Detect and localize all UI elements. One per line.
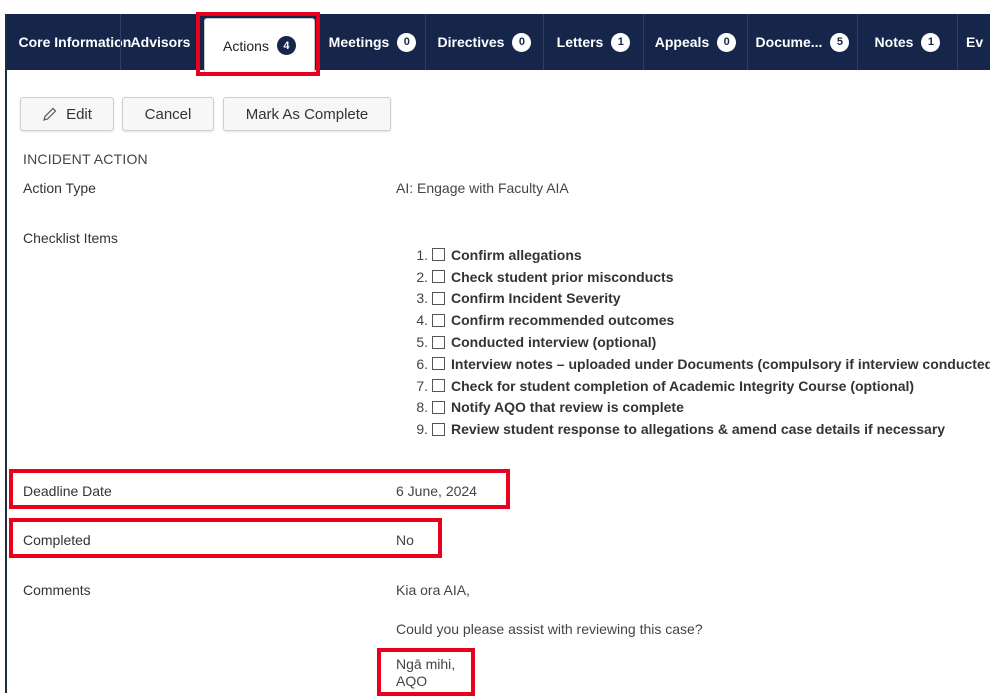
tab-ev[interactable]: Ev [957,14,990,70]
top-border [0,0,990,14]
item-text: Notify AQO that review is complete [451,399,684,416]
checkbox[interactable] [432,335,445,349]
checklist-item: 3. Confirm Incident Severity [400,288,990,310]
highlight-box-completed [9,518,442,558]
count-badge: 1 [921,32,941,52]
tab-label: Docume... [755,34,823,50]
comments-line: Kia ora AIA, [396,582,470,598]
edit-label: Edit [66,105,92,123]
section-title: INCIDENT ACTION [23,151,148,167]
checklist-items-label: Checklist Items [23,230,118,246]
tab-label: Core Information [18,33,132,50]
item-number: 3. [416,290,428,307]
checklist: 1. Confirm allegations 2. Check student pr… [400,244,990,440]
count-badge: 1 [611,32,631,52]
item-number: 2. [416,268,428,285]
count-badge: 0 [397,32,417,52]
checkbox[interactable] [432,313,445,327]
tab-advisors[interactable]: Advisors [120,14,200,70]
tab-appeals[interactable]: Appeals 0 [643,14,747,70]
item-number: 1. [416,246,428,263]
checklist-item: 6. Interview notes – uploaded under Docum… [400,353,990,375]
checkbox[interactable] [432,422,445,436]
left-border [5,14,7,693]
checklist-item: 5. Conducted interview (optional) [400,331,990,353]
item-number: 4. [416,312,428,329]
highlight-box-deadline [9,469,510,509]
checkbox[interactable] [432,357,445,371]
tab-label: Letters [556,34,604,50]
checklist-item: 2. Check student prior misconducts [400,266,990,288]
item-number: 7. [416,377,428,394]
cancel-button[interactable]: Cancel [122,97,214,131]
item-number: 8. [416,399,428,416]
pencil-icon [43,107,57,121]
checklist-item: 4. Confirm recommended outcomes [400,309,990,331]
action-type-label: Action Type [23,180,96,196]
tab-label: Notes [874,34,914,50]
count-badge: 0 [512,32,532,52]
item-number: 9. [416,421,428,438]
item-text: Confirm Incident Severity [451,290,621,307]
item-number: 6. [416,355,428,372]
checkbox[interactable] [432,291,445,305]
cancel-label: Cancel [144,105,192,123]
item-text: Review student response to allegations &… [451,421,946,438]
checkbox[interactable] [432,248,445,262]
checklist-item: 8. Notify AQO that review is complete [400,397,990,419]
action-type-value: AI: Engage with Faculty AIA [396,180,569,196]
highlight-box-actions-tab [196,12,320,76]
tab-label: Advisors [130,34,191,50]
mark-as-complete-label: Mark As Complete [245,105,369,123]
checklist-item: 9. Review student response to allegations… [400,418,990,440]
highlight-box-signature [377,648,475,696]
checklist-item: 1. Confirm allegations [400,244,990,266]
tab-label: Ev [966,34,984,50]
item-text: Check for student completion of Academic… [451,377,915,394]
item-text: Confirm allegations [451,246,582,263]
tab-directives[interactable]: Directives 0 [425,14,543,70]
tab-notes[interactable]: Notes 1 [857,14,957,70]
tab-documents[interactable]: Docume... 5 [747,14,857,70]
mark-as-complete-button[interactable]: Mark As Complete [223,97,391,131]
item-number: 5. [416,334,428,351]
checkbox[interactable] [432,400,445,414]
tab-core-information[interactable]: Core Information [7,14,132,70]
tab-letters[interactable]: Letters 1 [543,14,643,70]
tab-bar: Core Information Advisors Actions 4 Meet… [7,14,990,72]
checklist-item: 7. Check for student completion of Academ… [400,375,990,397]
count-badge: 0 [717,32,737,52]
item-text: Confirm recommended outcomes [451,312,675,329]
item-text: Check student prior misconducts [451,268,674,285]
item-text: Conducted interview (optional) [451,334,657,351]
item-text: Interview notes – uploaded under Documen… [451,355,990,372]
comments-line: Could you please assist with reviewing t… [396,621,703,637]
tab-label: Meetings [328,34,390,50]
count-badge: 5 [830,32,850,52]
comments-label: Comments [23,582,91,598]
tab-label: Directives [437,34,505,50]
tab-meetings[interactable]: Meetings 0 [319,14,425,70]
edit-button[interactable]: Edit [20,97,114,131]
checkbox[interactable] [432,379,445,393]
checkbox[interactable] [432,270,445,284]
tab-label: Appeals [654,34,710,50]
